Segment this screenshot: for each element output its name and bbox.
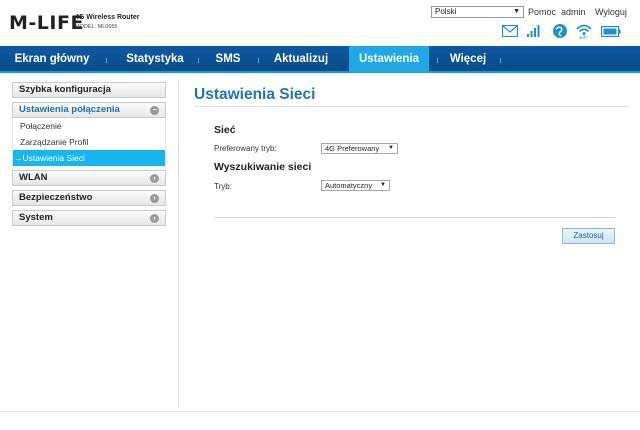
mail-icon[interactable]	[502, 25, 518, 37]
search-mode-value: Automatyczny	[325, 181, 373, 190]
expand-icon[interactable]: ›	[150, 194, 159, 203]
page-title: Ustawienia Sieci	[194, 86, 316, 103]
sidebar-item-label: WLAN	[19, 172, 48, 183]
content-divider	[178, 80, 179, 408]
nav-item-more[interactable]: Więcej	[442, 46, 494, 73]
help-link[interactable]: Pomoc	[528, 7, 556, 17]
chevron-down-icon: ▼	[513, 8, 520, 15]
sidebar-item-label: Bezpieczeństwo	[19, 192, 93, 203]
apply-button[interactable]: Zastosuj	[562, 228, 615, 244]
sidebar-item-security[interactable]: Bezpieczeństwo ›	[12, 190, 166, 206]
model-number: MODEL: ML0655	[75, 24, 118, 30]
sidebar-item-label: Ustawienia połączenia	[19, 104, 120, 115]
user-label: admin	[561, 7, 586, 17]
sidebar-item-label: System	[19, 212, 53, 223]
mode-label: Tryb:	[214, 182, 232, 191]
preferred-mode-select[interactable]: 4G Preferowany ▼	[321, 143, 398, 154]
title-divider	[194, 106, 628, 107]
expand-icon[interactable]: ›	[150, 214, 159, 223]
header: M-LIFE 4G Wireless Router MODEL: ML0655 …	[0, 0, 640, 46]
preferred-mode-label: Preferowany tryb:	[214, 144, 277, 153]
sidebar-item-connection-settings[interactable]: Ustawienia połączenia −	[12, 102, 166, 118]
search-section-title: Wyszukiwanie sieci	[214, 161, 312, 173]
chevron-down-icon: ▼	[388, 145, 394, 151]
sidebar-subitem-connection[interactable]: Połączenie	[12, 118, 166, 134]
sidebar-item-quick-setup[interactable]: Szybka konfiguracja	[12, 82, 166, 98]
sidebar-item-system[interactable]: System ›	[12, 210, 166, 226]
sidebar: Szybka konfiguracja Ustawienia połączeni…	[12, 82, 166, 230]
wifi-icon: wifi	[576, 23, 592, 39]
nav-item-statistics[interactable]: Statystyka	[118, 46, 192, 73]
nav-item-settings[interactable]: Ustawienia	[349, 46, 429, 73]
arrow-right-icon: →	[14, 153, 23, 163]
sidebar-item-wlan[interactable]: WLAN ›	[12, 170, 166, 186]
language-select[interactable]: Polski ▼	[431, 6, 524, 18]
preferred-mode-value: 4G Preferowany	[325, 144, 380, 153]
sidebar-submenu: Połączenie Zarządzanie Profil →Ustawieni…	[12, 118, 166, 166]
sidebar-subitem-network-settings[interactable]: →Ustawienia Sieci	[12, 150, 166, 166]
expand-icon[interactable]: ›	[150, 174, 159, 183]
form-divider	[214, 217, 616, 218]
nav-item-home[interactable]: Ekran główny	[10, 46, 94, 73]
network-section-title: Sieć	[214, 124, 236, 136]
sidebar-subitem-label: Ustawienia Sieci	[22, 153, 85, 163]
battery-icon	[601, 26, 621, 37]
brand-logo: M-LIFE	[9, 12, 84, 34]
chevron-down-icon: ▼	[380, 182, 386, 188]
signal-icon	[527, 25, 541, 37]
search-mode-select[interactable]: Automatyczny ▼	[321, 180, 390, 191]
language-value: Polski	[435, 7, 457, 16]
svg-text:wifi: wifi	[579, 35, 587, 39]
logout-link[interactable]: Wyloguj	[595, 7, 627, 17]
nav-item-sms[interactable]: SMS	[206, 46, 250, 73]
product-name: 4G Wireless Router	[75, 14, 140, 21]
main-nav: Ekran główny Statystyka SMS Aktualizuj U…	[0, 46, 640, 73]
footer-divider	[0, 411, 640, 412]
collapse-icon[interactable]: −	[150, 106, 159, 115]
nav-item-update[interactable]: Aktualizuj	[266, 46, 336, 73]
internet-globe-icon	[552, 23, 568, 39]
sidebar-subitem-profile-management[interactable]: Zarządzanie Profil	[12, 134, 166, 150]
